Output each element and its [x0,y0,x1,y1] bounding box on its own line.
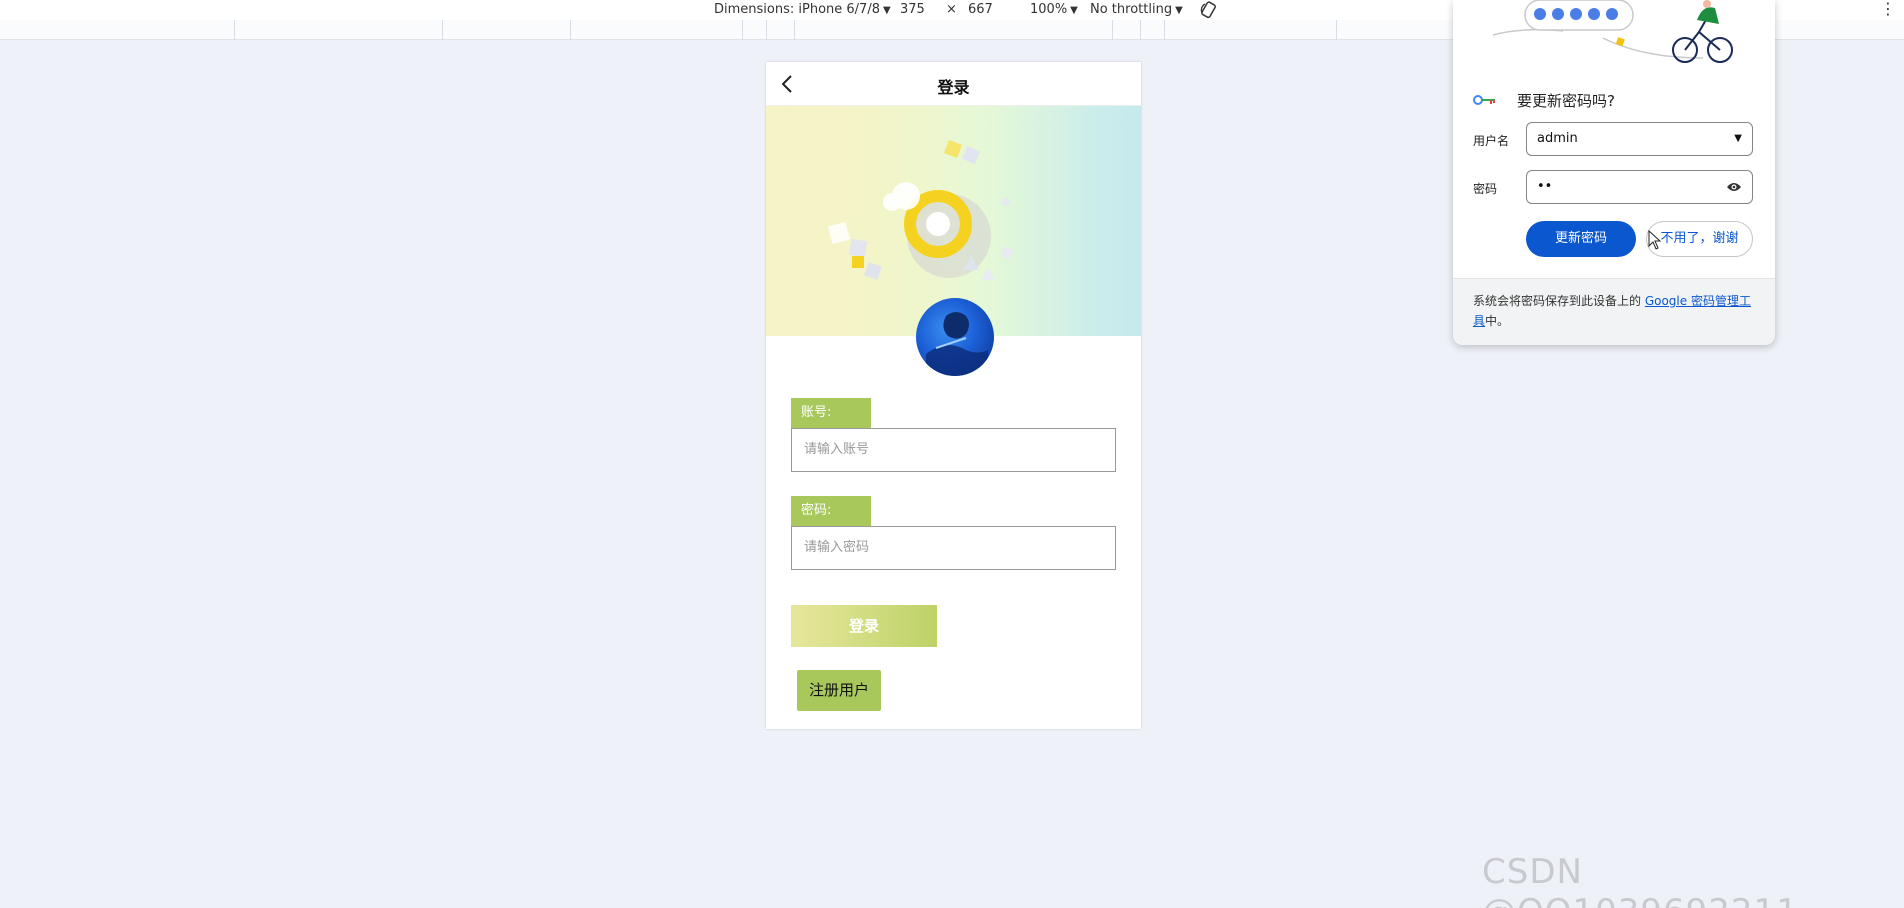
chevron-down-icon: ▼ [882,5,891,16]
username-value: admin [1537,131,1578,146]
avatar-image-icon [926,312,988,376]
watermark: CSDN @QQ1039692211 [1482,852,1798,908]
page-title: 登录 [937,78,970,97]
chevron-down-icon: ▼ [1175,5,1183,16]
footer-text: 系统会将密码保存到此设备上的 [1473,294,1645,308]
password-illustration-icon [1492,0,1733,63]
throttling-label: No throttling [1090,2,1173,17]
zoom-select[interactable]: 100% ▼ [1030,1,1078,19]
avatar [916,298,994,376]
rotate-icon[interactable] [1200,1,1218,19]
phone-viewport: 登录 账号: 请输入账号 密码: 请输入密码 登录 注册用户 [766,62,1141,729]
chevron-down-icon: ▼ [1070,5,1078,16]
password-input[interactable]: 请输入密码 [791,526,1116,570]
chevron-down-icon: ▼ [1734,133,1742,144]
nav-bar: 登录 [766,62,1141,106]
zoom-label: 100% [1030,2,1068,17]
no-thanks-button[interactable]: 不用了，谢谢 [1646,221,1753,257]
register-button[interactable]: 注册用户 [797,670,881,711]
account-label: 账号: [791,398,871,428]
dialog-title: 要更新密码吗? [1517,92,1615,110]
username-label: 用户名 [1473,134,1510,148]
mouse-cursor-icon [1648,230,1662,250]
device-select-label: Dimensions: iPhone 6/7/8 [714,2,880,17]
throttling-select[interactable]: No throttling ▼ [1090,1,1183,19]
more-options-icon[interactable]: ⋮ [1880,0,1896,18]
account-input[interactable]: 请输入账号 [791,428,1116,472]
password-value-field[interactable]: •• [1526,170,1753,204]
login-button[interactable]: 登录 [791,605,937,647]
footer-suffix: 中。 [1485,314,1510,328]
username-select[interactable]: admin ▼ [1526,122,1753,156]
eye-icon[interactable] [1726,181,1742,193]
password-value: •• [1537,179,1553,194]
times-sign: × [946,2,957,17]
password-label: 密码: [791,496,871,526]
update-password-button[interactable]: 更新密码 [1526,221,1636,257]
password-field-label: 密码 [1473,182,1498,196]
password-update-dialog: 要更新密码吗? 用户名 admin ▼ 密码 •• 更新密码 不用了，谢谢 系统… [1453,0,1775,345]
width-input[interactable]: 375 [900,1,925,18]
dialog-footer: 系统会将密码保存到此设备上的 Google 密码管理工具中。 [1453,278,1775,345]
device-select[interactable]: Dimensions: iPhone 6/7/8 ▼ [714,1,891,19]
google-password-key-icon [1473,95,1495,105]
height-input[interactable]: 667 [968,1,993,18]
